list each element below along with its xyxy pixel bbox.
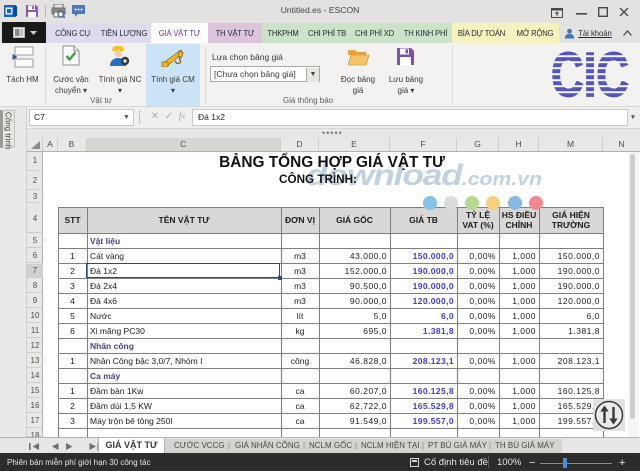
- svg-text:CIC: CIC: [551, 51, 629, 98]
